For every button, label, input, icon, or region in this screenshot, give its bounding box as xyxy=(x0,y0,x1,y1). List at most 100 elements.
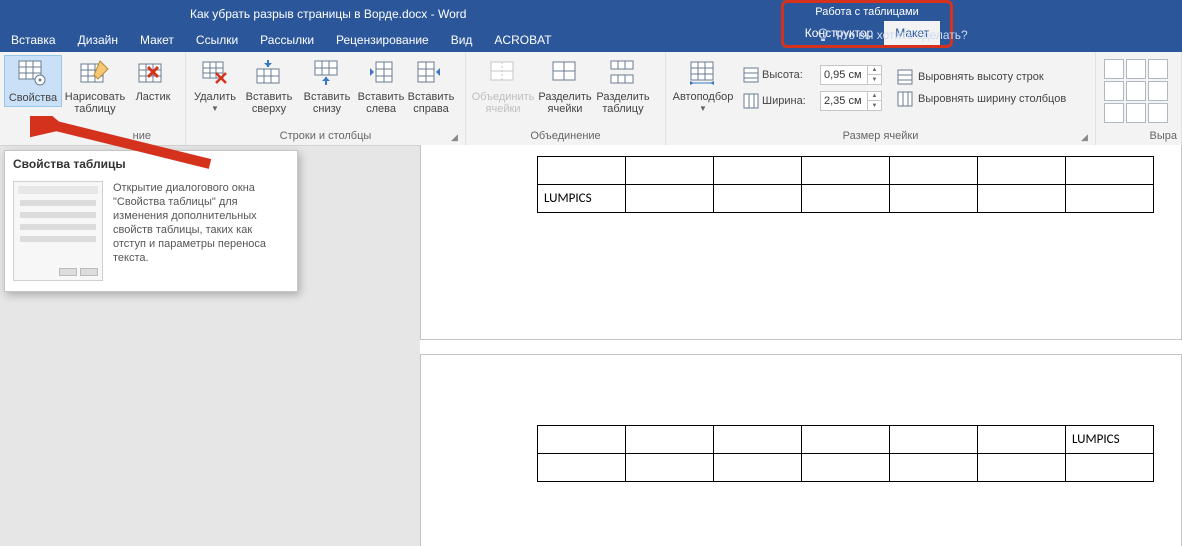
merge-label: Объединить ячейки xyxy=(471,91,535,115)
merge-cells-button[interactable]: Объединить ячейки xyxy=(470,55,536,117)
autofit-button[interactable]: Автоподбор ▼ xyxy=(670,55,736,115)
distribute-cols-icon xyxy=(896,90,914,108)
ins-right-label: Вставить справа xyxy=(407,91,455,115)
ribbon: Свойства Нарисовать таблицу Ластик ние xyxy=(0,52,1182,146)
props-label: Свойства xyxy=(9,92,57,104)
delete-table-icon xyxy=(199,57,231,89)
spin-up-icon[interactable]: ▲ xyxy=(867,92,881,101)
distribute-cols-button[interactable]: Выровнять ширину столбцов xyxy=(892,88,1070,110)
table-row[interactable] xyxy=(538,157,1154,185)
dist-cols-label: Выровнять ширину столбцов xyxy=(918,93,1066,105)
insert-col-right-icon xyxy=(415,57,447,89)
tab-ssylki[interactable]: Ссылки xyxy=(185,28,249,52)
height-label: Высота: xyxy=(762,69,818,81)
split-cells-icon xyxy=(549,57,581,89)
group-label-draw-partial: ние xyxy=(4,129,181,145)
height-spinner[interactable]: ▲▼ xyxy=(820,65,882,85)
cell-alignment-grid xyxy=(1104,59,1168,123)
chevron-down-icon: ▼ xyxy=(699,104,707,113)
tell-me-search[interactable]: Что вы хотите сделать? xyxy=(817,28,968,42)
spin-down-icon[interactable]: ▼ xyxy=(867,75,881,84)
insert-above-button[interactable]: Вставить сверху xyxy=(240,55,298,117)
delete-label: Удалить xyxy=(194,91,236,103)
align-bl-button[interactable] xyxy=(1104,103,1124,123)
document-table-2[interactable]: LUMPICS xyxy=(537,425,1154,482)
row-height-icon xyxy=(742,66,760,84)
align-br-button[interactable] xyxy=(1148,103,1168,123)
table-cell-lumpics[interactable]: LUMPICS xyxy=(538,185,626,213)
group-label-merge: Объединение xyxy=(470,129,661,145)
page-2: LUMPICS xyxy=(420,354,1182,546)
tab-acrobat[interactable]: ACROBAT xyxy=(483,28,562,52)
align-ml-button[interactable] xyxy=(1104,81,1124,101)
align-mr-button[interactable] xyxy=(1148,81,1168,101)
ribbon-tabs: Вставка Дизайн Макет Ссылки Рассылки Рец… xyxy=(0,28,1182,52)
align-bc-button[interactable] xyxy=(1126,103,1146,123)
width-label: Ширина: xyxy=(762,95,818,107)
tab-maket[interactable]: Макет xyxy=(129,28,185,52)
draw-table-button[interactable]: Нарисовать таблицу xyxy=(62,55,128,117)
width-input[interactable] xyxy=(821,92,867,110)
table-row[interactable] xyxy=(538,454,1154,482)
tab-rassylki[interactable]: Рассылки xyxy=(249,28,325,52)
eraser-button[interactable]: Ластик xyxy=(128,55,178,105)
tooltip-properties: Свойства таблицы Открытие диалогового ок… xyxy=(4,150,298,292)
insert-right-button[interactable]: Вставить справа xyxy=(406,55,456,117)
align-tc-button[interactable] xyxy=(1126,59,1146,79)
group-label-align-partial: Выра xyxy=(1100,129,1177,145)
document-title: Как убрать разрыв страницы в Ворде.docx … xyxy=(190,7,466,21)
page-1: LUMPICS xyxy=(420,145,1182,340)
split-label: Разделить ячейки xyxy=(537,91,593,115)
split-table-label: Разделить таблицу xyxy=(595,91,651,115)
split-table-icon xyxy=(607,57,639,89)
insert-left-button[interactable]: Вставить слева xyxy=(356,55,406,117)
tab-vstavka[interactable]: Вставка xyxy=(0,28,67,52)
group-label-cellsize: Размер ячейки xyxy=(670,129,1091,145)
spin-up-icon[interactable]: ▲ xyxy=(867,66,881,75)
properties-icon xyxy=(17,58,49,90)
tab-recenz[interactable]: Рецензирование xyxy=(325,28,440,52)
document-table-1[interactable]: LUMPICS xyxy=(537,156,1154,213)
width-spinner[interactable]: ▲▼ xyxy=(820,91,882,111)
dialog-launcher-icon[interactable]: ◢ xyxy=(1081,132,1093,144)
lightbulb-icon xyxy=(817,28,829,42)
insert-below-button[interactable]: Вставить снизу xyxy=(298,55,356,117)
spin-down-icon[interactable]: ▼ xyxy=(867,101,881,110)
table-cell-lumpics[interactable]: LUMPICS xyxy=(1066,426,1154,454)
tooltip-description: Открытие диалогового окна "Свойства табл… xyxy=(113,181,283,281)
dialog-launcher-icon[interactable]: ◢ xyxy=(451,132,463,144)
align-mc-button[interactable] xyxy=(1126,81,1146,101)
document-area: LUMPICS LUMPICS Свойства таблицы Открыти… xyxy=(0,146,1182,546)
tooltip-title: Свойства таблицы xyxy=(5,151,297,177)
split-cells-button[interactable]: Разделить ячейки xyxy=(536,55,594,117)
split-table-button[interactable]: Разделить таблицу xyxy=(594,55,652,117)
distribute-rows-button[interactable]: Выровнять высоту строк xyxy=(892,66,1070,88)
autofit-label: Автоподбор xyxy=(673,91,734,103)
insert-row-above-icon xyxy=(253,57,285,89)
distribute-rows-icon xyxy=(896,68,914,86)
group-label-rowscols: Строки и столбцы xyxy=(190,129,461,145)
pencil-table-icon xyxy=(79,57,111,89)
table-properties-button[interactable]: Свойства xyxy=(4,55,62,107)
chevron-down-icon: ▼ xyxy=(211,104,219,113)
align-tr-button[interactable] xyxy=(1148,59,1168,79)
insert-row-below-icon xyxy=(311,57,343,89)
tab-dizain[interactable]: Дизайн xyxy=(67,28,129,52)
tab-vid[interactable]: Вид xyxy=(440,28,484,52)
eraser-label: Ластик xyxy=(136,91,171,103)
table-row[interactable]: LUMPICS xyxy=(538,185,1154,213)
eraser-icon xyxy=(137,57,169,89)
merge-cells-icon xyxy=(487,57,519,89)
tell-me-placeholder: Что вы хотите сделать? xyxy=(835,28,968,42)
align-tl-button[interactable] xyxy=(1104,59,1124,79)
col-width-icon xyxy=(742,92,760,110)
dist-rows-label: Выровнять высоту строк xyxy=(918,71,1044,83)
height-input[interactable] xyxy=(821,66,867,84)
table-row[interactable]: LUMPICS xyxy=(538,426,1154,454)
delete-button[interactable]: Удалить ▼ xyxy=(190,55,240,115)
insert-col-left-icon xyxy=(365,57,397,89)
autofit-icon xyxy=(687,57,719,89)
draw-label: Нарисовать таблицу xyxy=(63,91,127,115)
ins-bottom-label: Вставить снизу xyxy=(299,91,355,115)
title-bar: Как убрать разрыв страницы в Ворде.docx … xyxy=(0,0,1182,28)
